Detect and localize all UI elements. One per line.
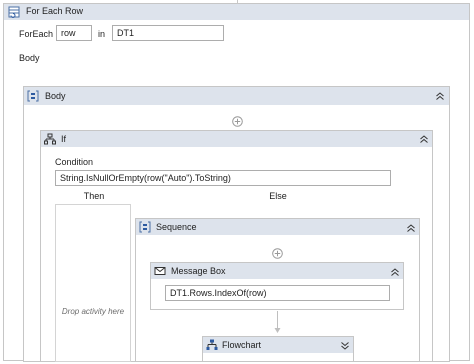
for-each-row-title: For Each Row — [26, 6, 84, 16]
add-activity-plus-icon[interactable] — [232, 116, 243, 127]
for-each-row-header[interactable]: For Each Row — [4, 4, 469, 20]
body-scope-icon — [27, 90, 39, 102]
if-collapse-icon[interactable] — [419, 134, 429, 144]
in-label: in — [98, 29, 106, 39]
foreach-label: ForEach — [19, 29, 54, 39]
condition-label: Condition — [55, 157, 94, 167]
flowchart-icon — [206, 339, 218, 351]
message-box-title: Message Box — [171, 266, 226, 276]
sequence-collapse-icon[interactable] — [406, 223, 416, 233]
body-scope-header[interactable] — [24, 87, 449, 105]
sequence-add-plus-icon[interactable] — [272, 248, 283, 259]
then-label: Then — [83, 191, 105, 201]
sequence-title: Sequence — [156, 222, 197, 232]
envelope-icon — [154, 265, 166, 277]
drop-activity-hint: Drop activity here — [61, 307, 125, 316]
sequence-icon — [139, 221, 151, 233]
condition-input[interactable]: String.IsNullOrEmpty(row("Auto").ToStrin… — [55, 170, 391, 186]
else-label: Else — [269, 191, 287, 201]
for-each-icon — [8, 6, 20, 18]
if-title: If — [61, 134, 67, 144]
flowchart-title: Flowchart — [222, 340, 262, 350]
collection-input[interactable]: DT1 — [112, 25, 224, 41]
message-text-input[interactable]: DT1.Rows.IndexOf(row) — [165, 285, 390, 301]
then-drop-zone[interactable] — [55, 204, 131, 362]
flowchart-expand-icon[interactable] — [340, 341, 350, 351]
body-scope-title: Body — [45, 91, 66, 101]
message-box-collapse-icon[interactable] — [390, 267, 400, 277]
connector-arrow-icon — [272, 311, 283, 335]
body-collapse-icon[interactable] — [435, 91, 445, 101]
if-activity-header[interactable] — [41, 131, 432, 147]
if-branch-icon — [44, 133, 56, 145]
body-label: Body — [19, 53, 40, 63]
foreach-item-input[interactable]: row — [56, 25, 92, 41]
